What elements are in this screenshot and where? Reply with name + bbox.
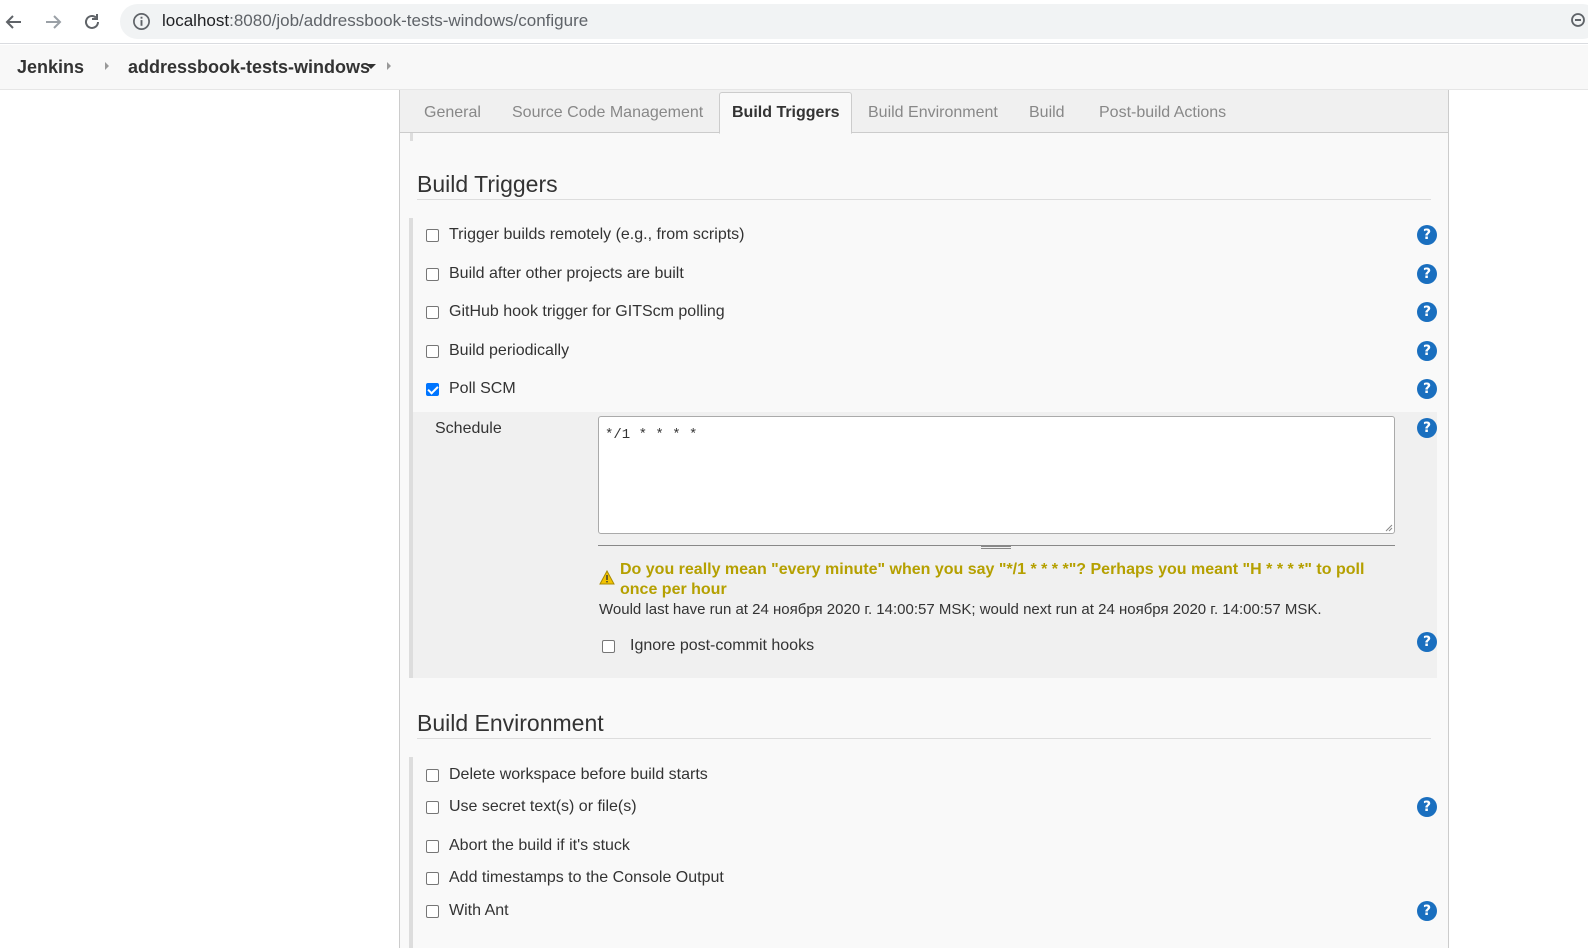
with-ant-checkbox[interactable] <box>426 904 439 918</box>
poll-scm-config: Schedule */1 * * * * Do you really mean … <box>413 412 1437 678</box>
option-with-ant[interactable]: With Ant <box>426 900 509 922</box>
option-label: Add timestamps to the Console Output <box>449 869 724 886</box>
url-text: localhost:8080/job/addressbook-tests-win… <box>162 11 589 30</box>
option-label: Build after other projects are built <box>449 265 684 282</box>
option-label: With Ant <box>449 902 509 919</box>
option-label: Trigger builds remotely (e.g., from scri… <box>449 226 745 243</box>
schedule-label: Schedule <box>435 420 502 437</box>
divider <box>410 133 413 141</box>
reload-icon <box>85 14 99 29</box>
chevron-right-icon <box>105 62 109 70</box>
ignore-post-commit-hooks-checkbox[interactable] <box>602 639 615 653</box>
build-periodically-checkbox[interactable] <box>426 344 439 358</box>
browser-toolbar: localhost:8080/job/addressbook-tests-win… <box>0 0 1588 44</box>
option-github-hook-trigger[interactable]: GitHub hook trigger for GITScm polling <box>426 301 725 323</box>
delete-workspace-checkbox[interactable] <box>426 768 439 782</box>
help-icon[interactable]: ? <box>1417 797 1437 817</box>
help-icon[interactable]: ? <box>1417 418 1437 438</box>
config-panel: General Source Code Management Build Tri… <box>399 90 1449 948</box>
help-icon[interactable]: ? <box>1417 379 1437 399</box>
drag-handle-icon[interactable] <box>981 546 1011 549</box>
divider <box>417 199 1431 200</box>
option-label: Build periodically <box>449 342 570 359</box>
arrow-right-icon <box>46 15 62 29</box>
add-timestamps-checkbox[interactable] <box>426 871 439 885</box>
option-label: GitHub hook trigger for GITScm polling <box>449 303 725 320</box>
option-label: Ignore post-commit hooks <box>630 637 815 654</box>
option-label: Delete workspace before build starts <box>449 766 708 783</box>
warning-text: Do you really mean "every minute" when y… <box>620 561 1365 598</box>
help-icon[interactable]: ? <box>1417 341 1437 361</box>
schedule-warning: Do you really mean "every minute" when y… <box>599 560 1399 600</box>
tab-source-code-management[interactable]: Source Code Management <box>512 104 703 122</box>
schedule-run-info: Would last have run at 24 ноября 2020 г.… <box>599 601 1322 618</box>
schedule-textarea[interactable]: */1 * * * * <box>598 416 1395 534</box>
option-delete-workspace[interactable]: Delete workspace before build starts <box>426 764 708 786</box>
help-icon[interactable]: ? <box>1417 264 1437 284</box>
section-title-build-environment: Build Environment <box>417 710 604 736</box>
chevron-right-icon <box>387 62 391 70</box>
textarea-resize-handle[interactable] <box>598 545 1395 549</box>
abort-if-stuck-checkbox[interactable] <box>426 839 439 853</box>
breadcrumb-jenkins[interactable]: Jenkins <box>17 57 84 78</box>
tab-build-triggers[interactable]: Build Triggers <box>719 92 852 134</box>
poll-scm-checkbox[interactable] <box>426 382 439 396</box>
forward-button[interactable] <box>40 9 66 35</box>
divider <box>417 738 1431 739</box>
build-after-other-projects-checkbox[interactable] <box>426 267 439 281</box>
use-secret-text-checkbox[interactable] <box>426 800 439 814</box>
config-tabbar: General Source Code Management Build Tri… <box>400 90 1448 134</box>
arrow-left-icon <box>5 15 21 29</box>
help-icon[interactable]: ? <box>1417 632 1437 652</box>
option-add-timestamps[interactable]: Add timestamps to the Console Output <box>426 867 724 889</box>
reload-button[interactable] <box>79 9 105 35</box>
tab-general[interactable]: General <box>424 104 481 122</box>
option-ignore-post-commit-hooks[interactable]: Ignore post-commit hooks <box>602 635 814 657</box>
info-icon[interactable] <box>132 12 151 31</box>
option-abort-if-stuck[interactable]: Abort the build if it's stuck <box>426 835 630 857</box>
option-build-after-other-projects[interactable]: Build after other projects are built <box>426 263 684 285</box>
zoom-icon[interactable] <box>1568 11 1588 31</box>
option-label: Poll SCM <box>449 380 516 397</box>
breadcrumb: Jenkins addressbook-tests-windows <box>0 45 1588 90</box>
section-indent-bar <box>409 757 413 948</box>
trigger-remotely-checkbox[interactable] <box>426 228 439 242</box>
section-title-build-triggers: Build Triggers <box>417 171 558 197</box>
option-trigger-remotely[interactable]: Trigger builds remotely (e.g., from scri… <box>426 224 744 246</box>
tab-build-environment[interactable]: Build Environment <box>868 104 998 122</box>
option-label: Abort the build if it's stuck <box>449 837 630 854</box>
help-icon[interactable]: ? <box>1417 225 1437 245</box>
help-icon[interactable]: ? <box>1417 302 1437 322</box>
warning-icon <box>599 570 615 585</box>
back-button[interactable] <box>1 9 27 35</box>
tab-post-build-actions[interactable]: Post-build Actions <box>1099 104 1226 122</box>
help-icon[interactable]: ? <box>1417 901 1437 921</box>
option-label: Use secret text(s) or file(s) <box>449 798 637 815</box>
chevron-down-icon[interactable] <box>366 64 376 69</box>
option-use-secret-text[interactable]: Use secret text(s) or file(s) <box>426 796 637 818</box>
github-hook-trigger-checkbox[interactable] <box>426 305 439 319</box>
option-poll-scm[interactable]: Poll SCM <box>426 378 516 400</box>
option-build-periodically[interactable]: Build periodically <box>426 340 569 362</box>
address-bar[interactable]: localhost:8080/job/addressbook-tests-win… <box>120 4 1588 39</box>
tab-build[interactable]: Build <box>1029 104 1065 122</box>
breadcrumb-job[interactable]: addressbook-tests-windows <box>128 57 370 78</box>
